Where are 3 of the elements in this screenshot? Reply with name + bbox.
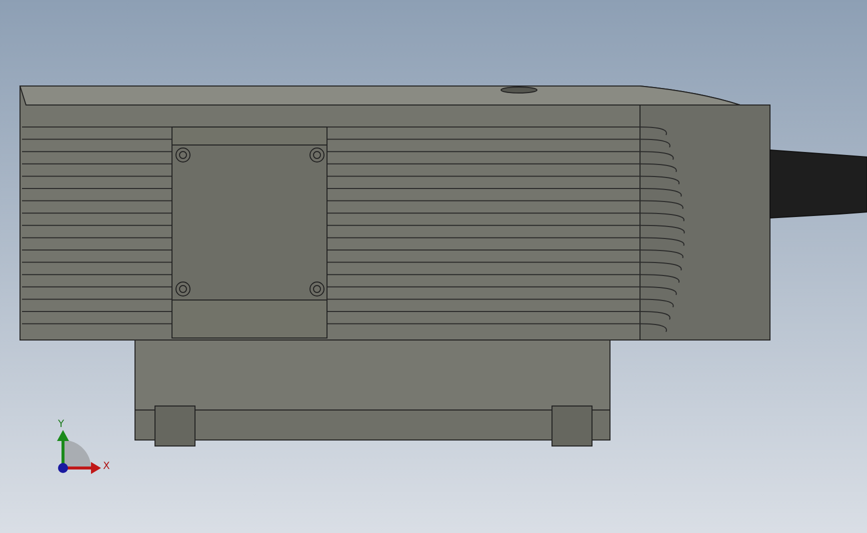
- x-axis-label: X: [103, 461, 110, 472]
- axis-triad-icon: [57, 430, 101, 474]
- y-axis-label: Y: [58, 419, 64, 430]
